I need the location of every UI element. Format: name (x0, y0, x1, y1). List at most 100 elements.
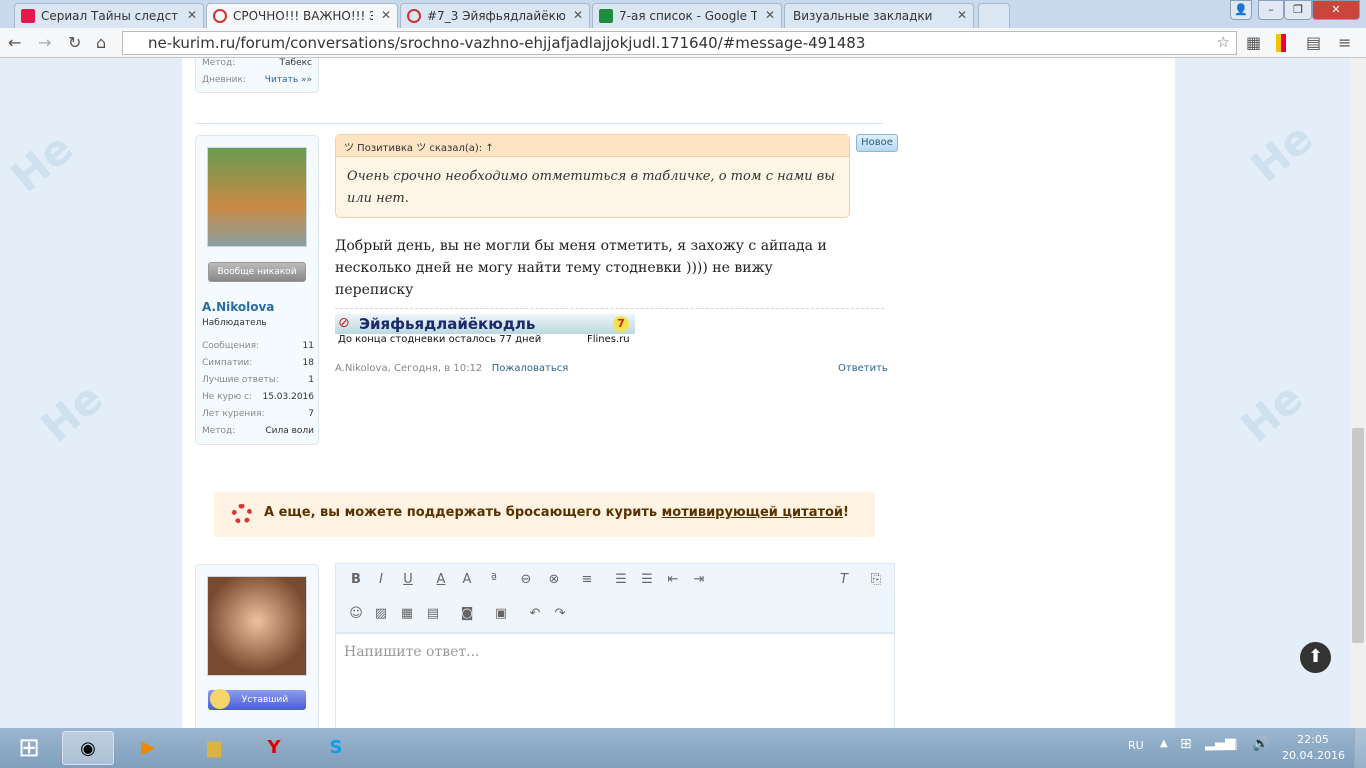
bookmark-star-icon[interactable]: ☆ (1217, 33, 1230, 51)
tab-thread-7-3[interactable]: #7_3 Эйяфьядлайёкюдль✕ (400, 3, 590, 28)
redo-icon[interactable]: ↷ (550, 606, 570, 621)
clock[interactable]: 22:05 20.04.2016 (1282, 732, 1345, 764)
language-indicator[interactable]: RU (1128, 739, 1144, 752)
power-icon[interactable]: ▯ (1230, 736, 1238, 752)
watermark: Не (1231, 373, 1312, 452)
save-draft-icon[interactable]: ▣ (491, 606, 511, 621)
font-family-icon[interactable]: ª (484, 572, 504, 587)
lifebuoy-icon (232, 504, 252, 524)
diary-link[interactable]: Читать »» (265, 75, 312, 92)
volume-icon[interactable]: 🔊 (1252, 736, 1269, 752)
scroll-to-top-button[interactable]: ⬆ (1300, 642, 1331, 673)
maximize-button[interactable]: ❐ (1284, 0, 1312, 20)
calculator-icon[interactable]: ▤ (1306, 33, 1321, 52)
media-icon[interactable]: ▦ (397, 606, 417, 621)
close-tab-icon[interactable]: ✕ (187, 8, 197, 22)
camera-icon[interactable]: ◙ (457, 606, 477, 621)
report-link[interactable]: Пожаловаться (492, 363, 569, 374)
quote-block: ツ Позитивка ツ сказал(а): ↑ Очень срочно … (335, 134, 850, 218)
extension-icon[interactable]: ▦ (1246, 33, 1261, 52)
quote-text: Очень срочно необходимо отметиться в таб… (347, 169, 835, 206)
message-text: Добрый день, вы не могли бы меня отметит… (335, 238, 827, 298)
windows-taskbar: ⊞ ◉ ▶ ▆ Y S RU ▲ ⊞ ▂▄▆ ▯ 🔊 22:05 20.04.20… (0, 728, 1366, 768)
windows-flag-icon[interactable]: ⊞ (1180, 736, 1192, 752)
indent-icon[interactable]: ⇥ (689, 572, 709, 587)
signature: ⊘ Эйяфьядлайёкюдль 7 До конца стодневки … (335, 308, 884, 348)
ivi-icon (21, 9, 35, 23)
watermark: Не (1241, 113, 1322, 192)
new-tab-button[interactable] (978, 3, 1010, 28)
url-input[interactable]: ne-kurim.ru/forum/conversations/srochno-… (122, 31, 1237, 55)
chrome-taskbar-icon[interactable]: ◉ (62, 731, 114, 765)
mood-badge: Вообще никакой (208, 262, 306, 282)
start-button[interactable]: ⊞ (4, 731, 54, 765)
post-meta: A.Nikolova, Сегодня, в 10:12 Пожаловатьс… (335, 363, 569, 374)
align-icon[interactable]: ≡ (577, 572, 597, 587)
minimize-button[interactable]: – (1258, 0, 1284, 20)
user-title: Наблюдатель (202, 318, 267, 328)
tab-ivi[interactable]: Сериал Тайны следствия✕ (14, 3, 204, 28)
smiley-icon[interactable]: ☺ (346, 606, 366, 621)
underline-icon[interactable]: U (398, 572, 418, 587)
close-window-button[interactable]: ✕ (1312, 0, 1360, 20)
yandex-taskbar-icon[interactable]: Y (248, 731, 300, 765)
bold-icon[interactable]: B (346, 572, 366, 587)
reply-user-panel: Уставший (195, 564, 319, 728)
reply-editor[interactable]: Напишите ответ... (335, 633, 895, 728)
address-bar-row: ← → ↻ ⌂ ne-kurim.ru/forum/conversations/… (0, 28, 1366, 58)
username-link[interactable]: A.Nikolova (202, 300, 274, 314)
no-smoking-icon (213, 9, 227, 23)
bullet-list-icon[interactable]: ☰ (611, 572, 631, 587)
font-size-icon[interactable]: A (457, 572, 477, 587)
media-player-taskbar-icon[interactable]: ▶ (122, 731, 174, 765)
undo-icon[interactable]: ↶ (525, 606, 545, 621)
tab-google-sheets[interactable]: 7-ая список - Google Таб✕ (592, 3, 782, 28)
image-icon[interactable]: ▨ (371, 606, 391, 621)
back-icon[interactable]: ← (8, 33, 21, 52)
italic-icon[interactable]: I (371, 572, 391, 587)
prev-user-info: Метод: Табекс Дневник: Читать »» (195, 58, 319, 93)
forward-icon[interactable]: → (38, 33, 51, 52)
tab-active-thread[interactable]: СРОЧНО!!! ВАЖНО!!! ЭЙЯ✕ (206, 3, 398, 28)
code-icon[interactable]: ▤ (423, 606, 443, 621)
close-tab-icon[interactable]: ✕ (573, 8, 583, 22)
quote-header[interactable]: ツ Позитивка ツ сказал(а): ↑ (336, 135, 849, 157)
close-tab-icon[interactable]: ✕ (381, 8, 391, 22)
close-tab-icon[interactable]: ✕ (957, 8, 967, 22)
my-avatar[interactable] (207, 576, 307, 676)
close-tab-icon[interactable]: ✕ (765, 8, 775, 22)
show-hidden-icons[interactable]: ▲ (1160, 738, 1168, 749)
avatar[interactable] (207, 147, 307, 247)
no-smoking-icon (407, 9, 421, 23)
user-icon[interactable]: 👤 (1230, 0, 1252, 20)
mood-badge[interactable]: Уставший (208, 689, 306, 710)
numbered-list-icon[interactable]: ☰ (637, 572, 657, 587)
tab-visual-bookmarks[interactable]: Визуальные закладки ✕ (784, 3, 974, 28)
yandex-bookmark-icon[interactable] (1276, 34, 1286, 52)
new-badge: Новое (856, 134, 898, 152)
countdown-banner[interactable]: ⊘ Эйяфьядлайёкюдль 7 (335, 314, 635, 334)
show-desktop-button[interactable] (1354, 728, 1366, 768)
user-stats: Сообщения: 11 Симпатии: 18 Лучшие ответы: 1… (202, 341, 314, 436)
reply-link[interactable]: Ответить (838, 363, 888, 374)
unlink-icon[interactable]: ⊗ (544, 572, 564, 587)
source-mode-icon[interactable]: ⎘ (866, 572, 886, 587)
editor-toolbar: B I U A A ª ⊖ ⊗ ≡ ☰ ☰ ⇤ ⇥ T ⎘ ☺ ▨ ▦ ▤ ◙ … (335, 563, 895, 633)
watermark: Не (31, 373, 112, 452)
home-icon[interactable]: ⌂ (96, 33, 106, 52)
reload-icon[interactable]: ↻ (68, 33, 81, 52)
page-viewport: Не Не Не Не Метод: Табекс Дневник: Читать … (0, 58, 1350, 728)
skype-taskbar-icon[interactable]: S (310, 731, 362, 765)
remove-format-icon[interactable]: T (834, 572, 854, 587)
motivating-quote-link[interactable]: мотивирующей цитатой (662, 505, 843, 520)
menu-icon[interactable]: ≡ (1338, 33, 1351, 52)
notice-banner: А еще, вы можете поддержать бросающего к… (214, 492, 875, 537)
scrollbar-thumb[interactable] (1352, 428, 1364, 643)
divider (195, 123, 883, 124)
outdent-icon[interactable]: ⇤ (663, 572, 683, 587)
explorer-taskbar-icon[interactable]: ▆ (188, 731, 240, 765)
link-icon[interactable]: ⊖ (516, 572, 536, 587)
browser-tab-strip: Сериал Тайны следствия✕ СРОЧНО!!! ВАЖНО!… (0, 0, 1366, 28)
font-color-icon[interactable]: A (431, 572, 451, 587)
page-scrollbar[interactable] (1350, 58, 1366, 728)
